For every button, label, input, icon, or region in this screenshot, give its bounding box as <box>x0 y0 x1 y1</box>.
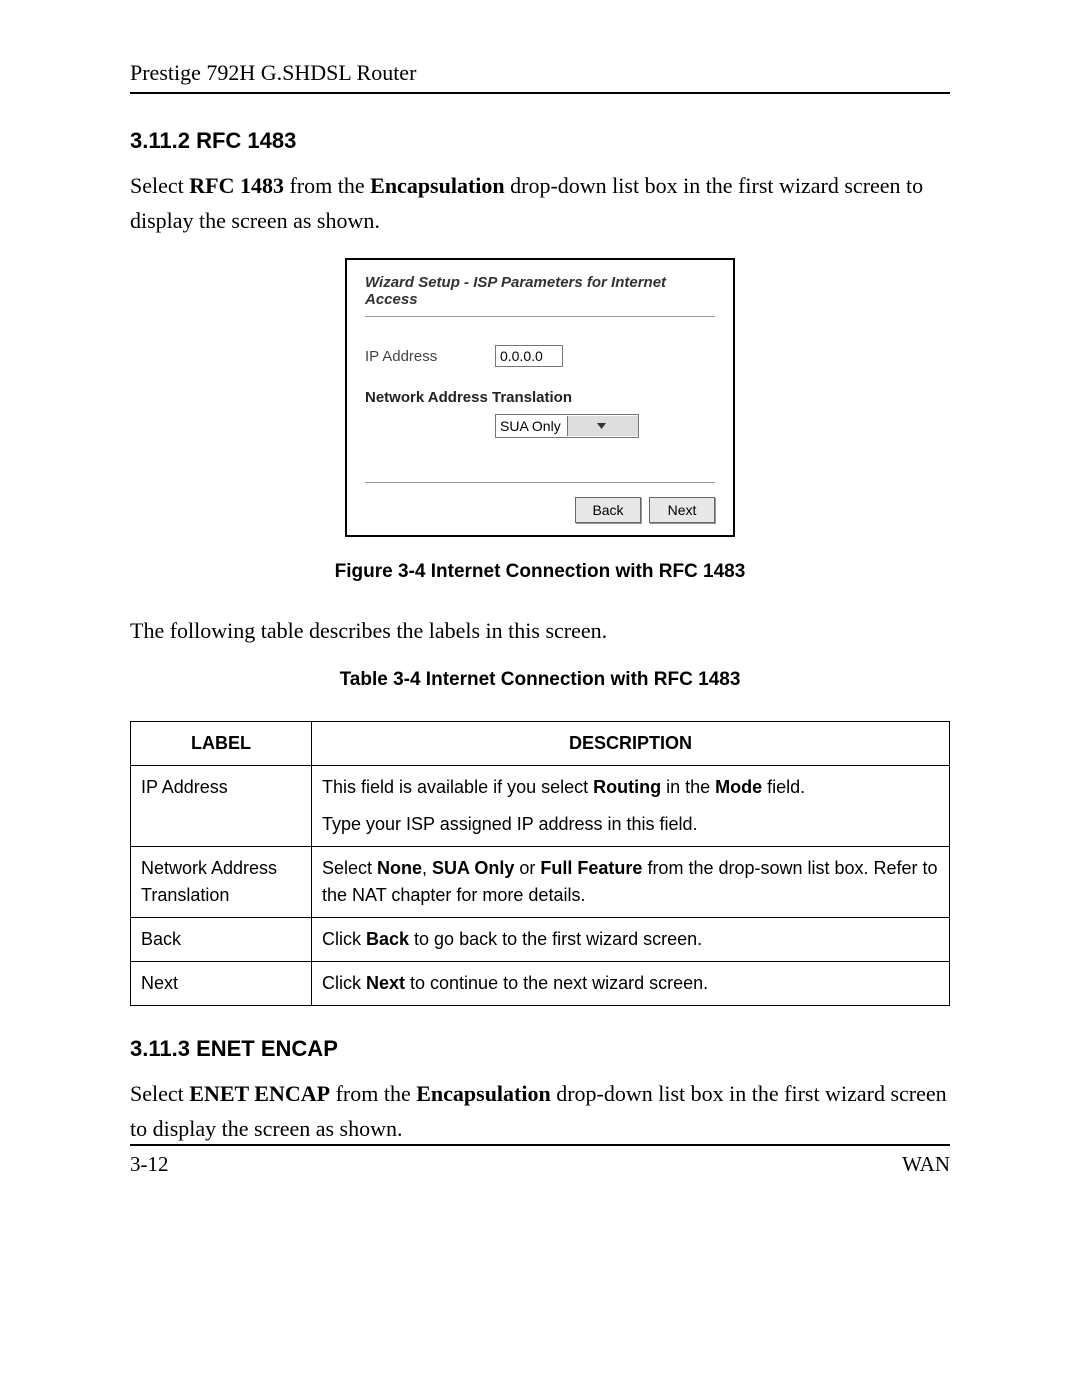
text-bold: SUA Only <box>432 858 514 878</box>
text: Select <box>130 1081 189 1106</box>
text-bold: ENET ENCAP <box>189 1081 330 1106</box>
text: Select <box>322 858 377 878</box>
cell-label: IP Address <box>131 765 312 846</box>
text-bold: Next <box>366 973 405 993</box>
text-bold: Encapsulation <box>416 1081 551 1106</box>
text: , <box>422 858 432 878</box>
figure-wrapper: Wizard Setup - ISP Parameters for Intern… <box>130 258 950 537</box>
cell-label: Back <box>131 917 312 961</box>
text: field. <box>762 777 805 797</box>
ip-address-row: IP Address <box>365 345 715 367</box>
description-table: LABEL DESCRIPTION IP Address This field … <box>130 721 950 1006</box>
text-bold: Mode <box>715 777 762 797</box>
table-row: Next Click Next to continue to the next … <box>131 961 950 1005</box>
chevron-down-icon[interactable] <box>567 416 638 436</box>
chapter-label: WAN <box>902 1152 950 1177</box>
text: to go back to the first wizard screen. <box>409 929 702 949</box>
cell-label: Network Address Translation <box>131 846 312 917</box>
table-caption: Table 3-4 Internet Connection with RFC 1… <box>130 669 950 691</box>
cell-desc: This field is available if you select Ro… <box>312 765 950 846</box>
para-rfc1483: Select RFC 1483 from the Encapsulation d… <box>130 168 950 238</box>
section-heading-rfc1483: 3.11.2 RFC 1483 <box>130 128 950 154</box>
nat-select[interactable]: SUA Only <box>495 414 639 438</box>
next-button[interactable]: Next <box>649 497 715 523</box>
table-row: Network Address Translation Select None,… <box>131 846 950 917</box>
wizard-setup-panel: Wizard Setup - ISP Parameters for Intern… <box>345 258 735 537</box>
cell-desc: Click Back to go back to the first wizar… <box>312 917 950 961</box>
page-footer: 3-12 WAN <box>130 1144 950 1177</box>
text: Select <box>130 173 189 198</box>
th-label: LABEL <box>131 721 312 765</box>
nat-heading: Network Address Translation <box>365 389 715 406</box>
text: in the <box>661 777 715 797</box>
text: Click <box>322 973 366 993</box>
nat-select-value: SUA Only <box>496 418 567 434</box>
cell-desc: Click Next to continue to the next wizar… <box>312 961 950 1005</box>
text-bold: Back <box>366 929 409 949</box>
table-header-row: LABEL DESCRIPTION <box>131 721 950 765</box>
para-enet: Select ENET ENCAP from the Encapsulation… <box>130 1076 950 1146</box>
text: from the <box>284 173 370 198</box>
wizard-title: Wizard Setup - ISP Parameters for Intern… <box>365 270 715 317</box>
text: This field is available if you select <box>322 777 593 797</box>
text: Click <box>322 929 366 949</box>
text-bold: Encapsulation <box>370 173 505 198</box>
cell-label: Next <box>131 961 312 1005</box>
ip-address-label: IP Address <box>365 348 495 365</box>
text-bold: None <box>377 858 422 878</box>
back-button[interactable]: Back <box>575 497 641 523</box>
ip-address-input[interactable] <box>495 345 563 367</box>
table-row: Back Click Back to go back to the first … <box>131 917 950 961</box>
section-heading-enet: 3.11.3 ENET ENCAP <box>130 1036 950 1062</box>
th-description: DESCRIPTION <box>312 721 950 765</box>
cell-desc: Select None, SUA Only or Full Feature fr… <box>312 846 950 917</box>
text-bold: Routing <box>593 777 661 797</box>
text: from the <box>330 1081 416 1106</box>
text: or <box>514 858 540 878</box>
text-bold: Full Feature <box>540 858 642 878</box>
text: to continue to the next wizard screen. <box>405 973 708 993</box>
para-table-intro: The following table describes the labels… <box>130 613 950 648</box>
text: Type your ISP assigned IP address in thi… <box>322 814 698 834</box>
page-number: 3-12 <box>130 1152 169 1177</box>
table-row: IP Address This field is available if yo… <box>131 765 950 846</box>
text-bold: RFC 1483 <box>189 173 284 198</box>
figure-caption: Figure 3-4 Internet Connection with RFC … <box>130 561 950 583</box>
page-header: Prestige 792H G.SHDSL Router <box>130 60 950 94</box>
